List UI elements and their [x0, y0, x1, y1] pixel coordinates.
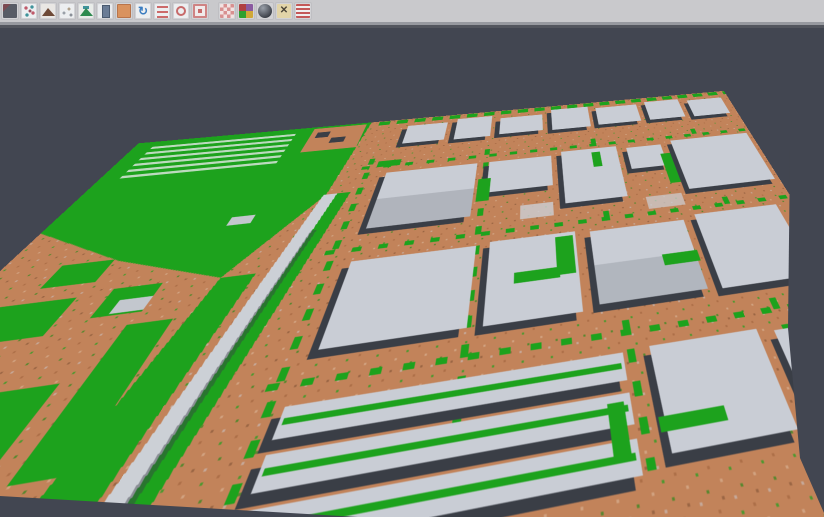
striped-flag-icon[interactable] — [294, 2, 312, 20]
building-roof — [551, 107, 591, 130]
cross-tools-icon[interactable]: ✕ — [275, 2, 293, 20]
sphere-icon[interactable] — [256, 2, 274, 20]
vegetation-terrain-icon[interactable] — [77, 2, 95, 20]
toolbar: ↻✕ — [0, 0, 824, 22]
point-scatter-icon[interactable] — [20, 2, 38, 20]
3d-viewport[interactable] — [0, 28, 824, 517]
dark-cube-icon[interactable] — [1, 2, 19, 20]
orange-swatch-icon[interactable] — [115, 2, 133, 20]
terrain-brown-icon[interactable] — [39, 2, 57, 20]
sync-icon[interactable]: ↻ — [134, 2, 152, 20]
column-icon[interactable] — [96, 2, 114, 20]
application-window: ↻✕ — [0, 0, 824, 517]
selection-brackets-icon[interactable] — [191, 2, 209, 20]
sparse-points-icon[interactable] — [58, 2, 76, 20]
classification-palette-icon[interactable] — [237, 2, 255, 20]
point-cloud-svg — [0, 91, 824, 517]
building-roof — [670, 133, 775, 189]
red-ring-icon[interactable] — [172, 2, 190, 20]
checker-grid-icon[interactable] — [218, 2, 236, 20]
red-list-icon[interactable] — [153, 2, 171, 20]
building-roof — [454, 116, 493, 139]
point-cloud-scene — [0, 91, 824, 517]
